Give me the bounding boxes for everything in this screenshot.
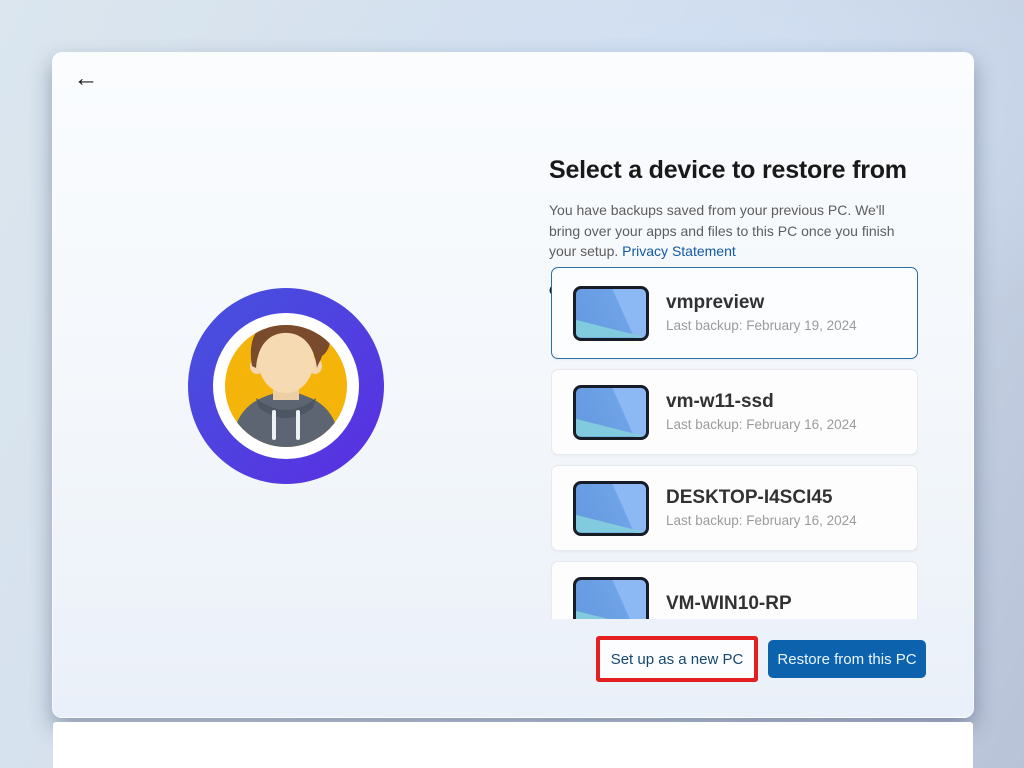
background-window-sheet	[53, 722, 973, 768]
pc-thumbnail-icon	[573, 481, 649, 536]
device-card[interactable]: VM-WIN10-RP	[551, 561, 918, 619]
pc-thumbnail-icon	[573, 286, 649, 341]
device-name: DESKTOP-I4SCI45	[666, 486, 857, 510]
device-last-backup: Last backup: February 16, 2024	[666, 415, 857, 434]
pc-thumbnail-icon	[573, 577, 649, 620]
device-card[interactable]: vm-w11-ssd Last backup: February 16, 202…	[551, 369, 918, 455]
avatar-illustration	[186, 286, 386, 486]
user-avatar	[186, 286, 386, 486]
device-last-backup: Last backup: February 19, 2024	[666, 316, 857, 335]
device-last-backup: Last backup: February 16, 2024	[666, 511, 857, 530]
pc-thumbnail-icon	[573, 385, 649, 440]
page-title: Select a device to restore from	[549, 156, 929, 185]
device-name: VM-WIN10-RP	[666, 592, 792, 616]
device-card[interactable]: vmpreview Last backup: February 19, 2024	[551, 267, 918, 359]
annotation-highlight-box: Set up as a new PC	[596, 636, 758, 682]
oobe-screen: ←	[0, 0, 1024, 768]
restore-from-pc-button[interactable]: Restore from this PC	[768, 640, 926, 678]
privacy-statement-link[interactable]: Privacy Statement	[622, 243, 736, 259]
device-list: vmpreview Last backup: February 19, 2024…	[551, 267, 918, 619]
arrow-left-icon: ←	[74, 64, 99, 93]
setup-new-pc-button[interactable]: Set up as a new PC	[600, 640, 754, 678]
page-description: You have backups saved from your previou…	[549, 200, 913, 262]
footer-actions: Set up as a new PC Restore from this PC	[596, 636, 926, 682]
device-card[interactable]: DESKTOP-I4SCI45 Last backup: February 16…	[551, 465, 918, 551]
device-name: vmpreview	[666, 291, 857, 315]
setup-dialog: ←	[52, 52, 974, 718]
device-name: vm-w11-ssd	[666, 390, 857, 414]
back-button[interactable]: ←	[69, 61, 103, 95]
